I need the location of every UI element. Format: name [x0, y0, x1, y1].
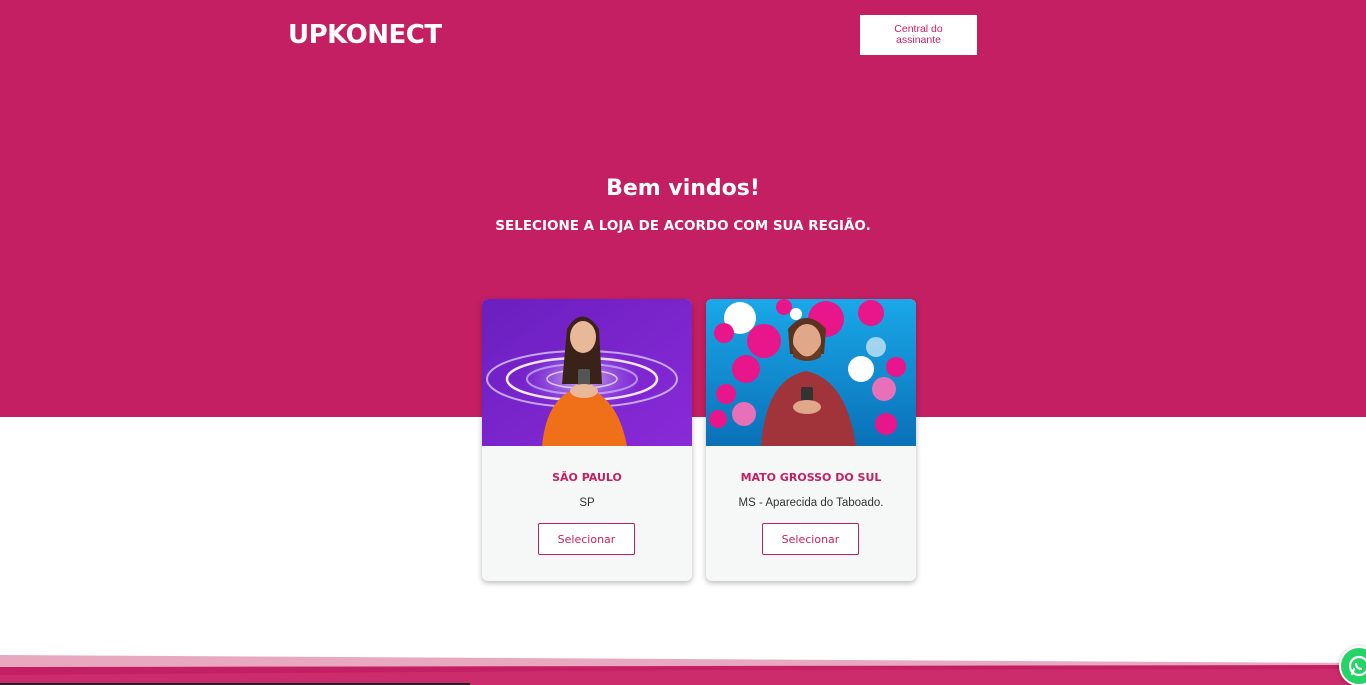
- store-name: SÃO PAULO: [552, 471, 622, 484]
- brand-logo[interactable]: UPKONECT: [288, 20, 442, 50]
- store-region: SP: [579, 497, 595, 509]
- store-image-sao-paulo: [482, 299, 692, 446]
- select-store-button[interactable]: Selecionar: [538, 523, 635, 555]
- store-card-sao-paulo: SÃO PAULO SP Selecionar: [482, 299, 692, 581]
- store-region: MS - Aparecida do Taboado.: [738, 497, 884, 509]
- store-image-mato-grosso-do-sul: [706, 299, 916, 446]
- store-name: MATO GROSSO DO SUL: [740, 471, 882, 484]
- page-subtitle: SELECIONE A LOJA DE ACORDO COM SUA REGIÃ…: [495, 218, 871, 234]
- central-do-assinante-button[interactable]: Central do assinante: [860, 15, 977, 55]
- store-card-mato-grosso-do-sul: MATO GROSSO DO SUL MS - Aparecida do Tab…: [706, 299, 916, 581]
- footer-wave: [0, 655, 1366, 685]
- whatsapp-icon[interactable]: [1339, 646, 1366, 685]
- page-title: Bem vindos!: [606, 176, 760, 201]
- select-store-button[interactable]: Selecionar: [762, 523, 859, 555]
